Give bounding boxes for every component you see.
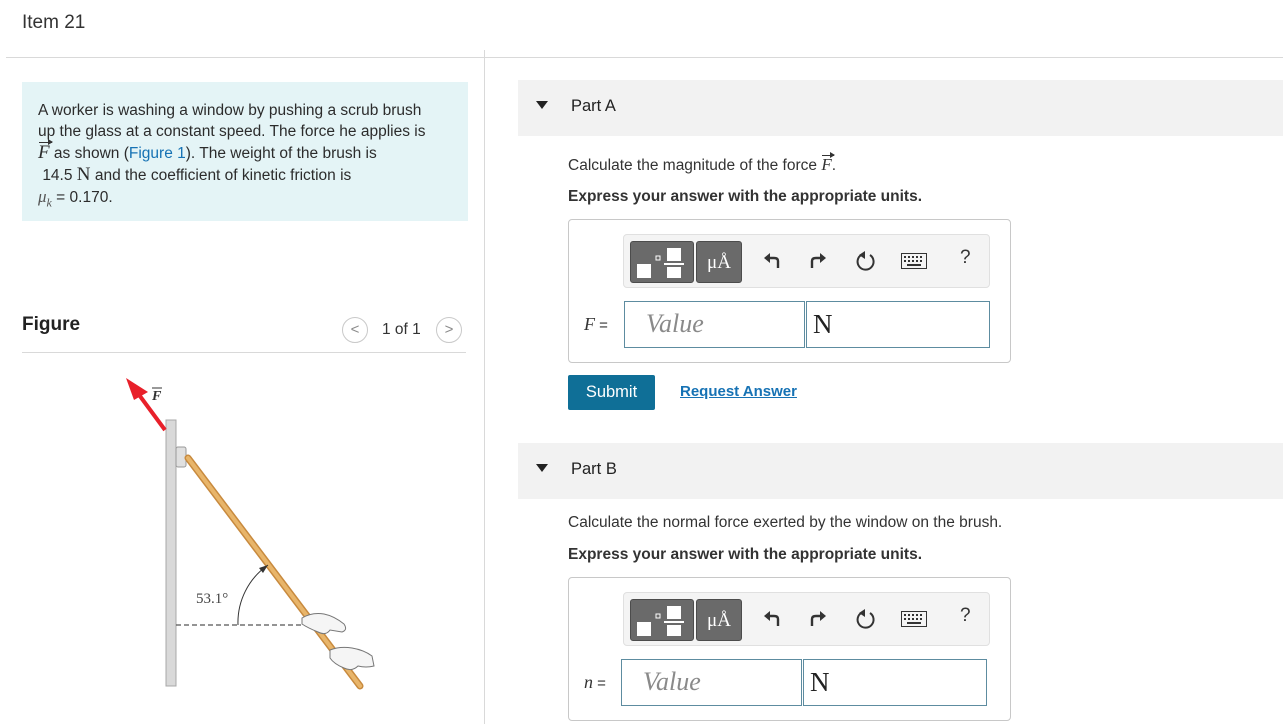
submit-button[interactable]: Submit — [568, 375, 655, 410]
problem-statement: A worker is washing a window by pushing … — [22, 82, 468, 221]
figure-divider — [22, 352, 466, 353]
help-button[interactable]: ? — [960, 247, 971, 269]
pager-next-button[interactable]: > — [436, 317, 462, 343]
brush-head — [175, 446, 187, 468]
part-b-question: Calculate the normal force exerted by th… — [568, 514, 1003, 531]
part-b-answer-box: μÅ ? n = Value N — [568, 577, 1011, 721]
undo-icon[interactable] — [758, 247, 786, 275]
part-b-instruction: Express your answer with the appropriate… — [568, 546, 923, 563]
figure-label: Figure — [22, 314, 81, 335]
weight-value: 14.5 — [42, 167, 73, 184]
undo-icon[interactable] — [758, 605, 786, 633]
pager-prev-button[interactable]: < — [342, 317, 368, 343]
template-icon — [637, 606, 684, 636]
upper-hand-icon — [301, 613, 347, 635]
keyboard-icon[interactable] — [900, 247, 928, 275]
lower-hand-icon — [329, 646, 375, 671]
part-b-title: Part B — [571, 460, 617, 478]
request-answer-link[interactable]: Request Answer — [680, 383, 797, 400]
problem-line-5: μk = 0.170. — [38, 186, 454, 213]
unit-input[interactable]: N — [803, 659, 987, 706]
reset-icon[interactable] — [852, 605, 880, 633]
item-title: Item 21 — [22, 12, 86, 33]
problem-line-1: A worker is washing a window by pushing … — [38, 102, 422, 119]
force-vector-symbol: F — [821, 152, 836, 174]
window-wall — [165, 419, 177, 687]
mu-value: = 0.170. — [51, 189, 113, 206]
collapse-caret-icon[interactable] — [536, 101, 548, 109]
part-a-title: Part A — [571, 97, 616, 115]
math-toolbar: μÅ ? — [623, 234, 990, 288]
top-divider — [6, 57, 1283, 58]
value-input[interactable]: Value — [624, 301, 805, 348]
help-button[interactable]: ? — [960, 605, 971, 627]
force-label: F — [151, 389, 162, 404]
part-a-answer-box: μÅ ? F = Value N — [568, 219, 1011, 363]
unit-input[interactable]: N — [806, 301, 990, 348]
value-input[interactable]: Value — [621, 659, 802, 706]
weight-unit: N — [76, 164, 91, 185]
reset-icon[interactable] — [852, 247, 880, 275]
collapse-caret-icon[interactable] — [536, 464, 548, 472]
pager-count: 1 of 1 — [382, 321, 421, 338]
figure-diagram: 53.1° F — [126, 378, 375, 690]
column-divider — [484, 50, 485, 724]
part-a-question: Calculate the magnitude of the force F. — [568, 152, 837, 174]
mu-symbol: μk — [38, 187, 52, 210]
force-vector-symbol: F — [38, 139, 53, 163]
template-button[interactable] — [630, 599, 694, 641]
variable-label: n = — [584, 672, 606, 692]
template-button[interactable] — [630, 241, 694, 283]
redo-icon[interactable] — [804, 247, 832, 275]
redo-icon[interactable] — [804, 605, 832, 633]
part-a-instruction: Express your answer with the appropriate… — [568, 188, 923, 205]
units-button[interactable]: μÅ — [696, 599, 742, 641]
angle-label: 53.1° — [196, 591, 228, 607]
problem-line-3: F as shown (Figure 1). The weight of the… — [38, 139, 377, 163]
angle-arc — [237, 564, 269, 626]
template-icon — [637, 248, 684, 278]
figure-link[interactable]: Figure 1 — [129, 145, 186, 162]
force-arrowhead — [126, 378, 148, 400]
units-button[interactable]: μÅ — [696, 241, 742, 283]
variable-label: F = — [584, 314, 608, 334]
problem-line-4: 14.5 N and the coefficient of kinetic fr… — [42, 164, 352, 185]
math-toolbar: μÅ ? — [623, 592, 990, 646]
problem-line-2: up the glass at a constant speed. The fo… — [38, 123, 426, 140]
part-b-header[interactable]: Part B — [518, 443, 1283, 499]
part-a-header[interactable]: Part A — [518, 80, 1283, 136]
keyboard-icon[interactable] — [900, 605, 928, 633]
